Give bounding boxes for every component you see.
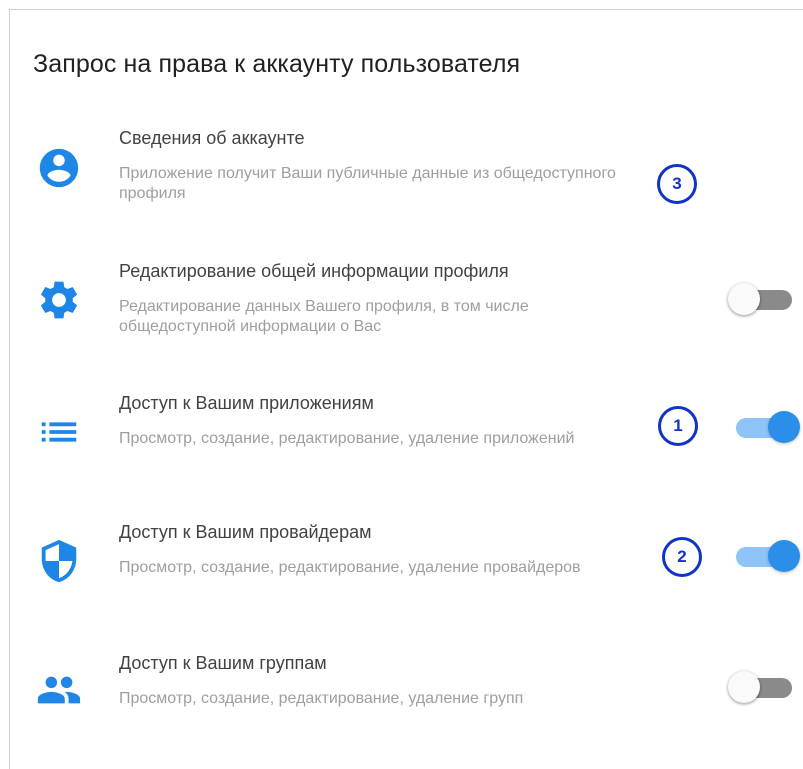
permission-title: Доступ к Вашим приложениям	[119, 393, 374, 413]
permission-description: Просмотр, создание, редактирование, удал…	[119, 559, 581, 576]
permission-description: Приложение получит Ваши публичные данные…	[119, 165, 616, 202]
list-icon	[36, 409, 82, 455]
permission-description: Редактирование данных Вашего профиля, в …	[119, 298, 529, 335]
toggle-thumb	[728, 283, 760, 315]
page-title: Запрос на права к аккаунту пользователя	[33, 50, 521, 78]
permission-item-groups: Доступ к Вашим группам Просмотр, создани…	[0, 653, 803, 763]
toggle-providers[interactable]	[728, 539, 800, 573]
annotation-badge-3: 3	[657, 164, 697, 204]
permission-item-applications: Доступ к Вашим приложениям Просмотр, соз…	[0, 393, 803, 503]
gear-icon	[36, 277, 82, 323]
toggle-thumb	[768, 540, 800, 572]
toggle-thumb	[768, 411, 800, 443]
shield-icon	[36, 538, 82, 584]
permission-title: Доступ к Вашим группам	[119, 653, 327, 673]
permission-title: Сведения об аккаунте	[119, 128, 305, 148]
toggle-groups[interactable]	[728, 670, 796, 704]
toggle-thumb	[728, 671, 760, 703]
annotation-badge-2: 2	[662, 537, 702, 577]
annotation-badge-1: 1	[658, 406, 698, 446]
permission-description: Просмотр, создание, редактирование, удал…	[119, 430, 575, 447]
toggle-applications[interactable]	[728, 410, 800, 444]
group-icon	[36, 667, 82, 713]
toggle-edit-profile[interactable]	[728, 282, 796, 316]
account-circle-icon	[36, 145, 82, 191]
permission-item-providers: Доступ к Вашим провайдерам Просмотр, соз…	[0, 522, 803, 632]
permission-description: Просмотр, создание, редактирование, удал…	[119, 690, 524, 707]
permission-title: Доступ к Вашим провайдерам	[119, 522, 372, 542]
permission-item-account-info: Сведения об аккаунте Приложение получит …	[0, 128, 803, 238]
permission-item-edit-profile: Редактирование общей информации профиля …	[0, 261, 803, 371]
permission-title: Редактирование общей информации профиля	[119, 261, 509, 281]
